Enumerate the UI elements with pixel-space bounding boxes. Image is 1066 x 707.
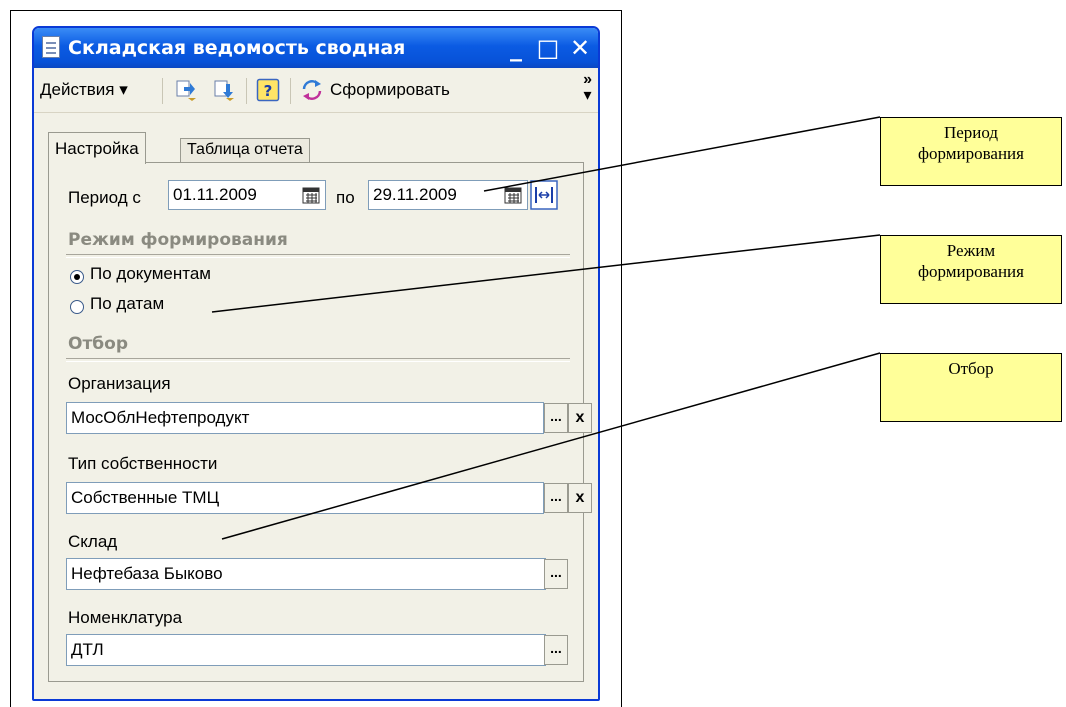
leader-line-filter: [221, 352, 881, 540]
leader-line-mode: [211, 234, 881, 313]
tab-settings[interactable]: Настройка: [48, 132, 146, 164]
leader-line-period: [483, 116, 881, 192]
leader-lines: [211, 116, 881, 540]
